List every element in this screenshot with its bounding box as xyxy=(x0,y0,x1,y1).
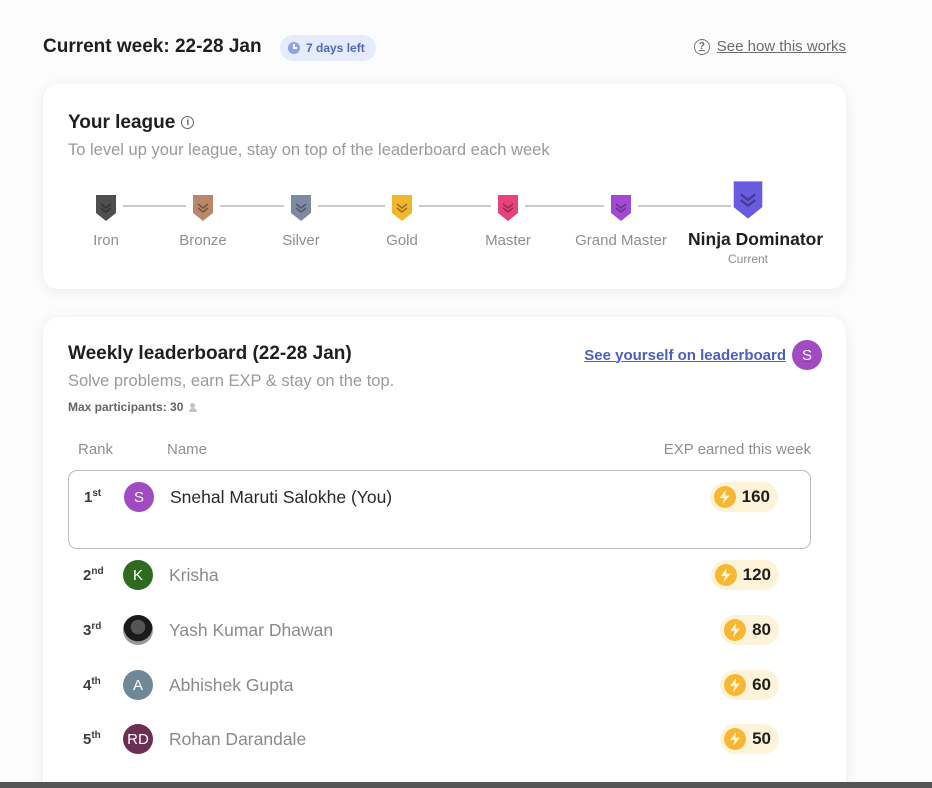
avatar: A xyxy=(123,670,153,700)
lightning-icon xyxy=(724,619,747,641)
clock-icon xyxy=(288,42,300,54)
participant-name: Snehal Maruti Salokhe (You) xyxy=(170,487,393,507)
league-tier-label: Ninja Dominator xyxy=(688,229,824,249)
silver-shield-icon xyxy=(291,195,311,221)
exp-badge: 80 xyxy=(720,615,779,645)
week-header: Current week: 22-28 Jan 7 days left ? Se… xyxy=(43,34,846,62)
leaderboard-card: Weekly leaderboard (22-28 Jan) See yours… xyxy=(43,317,846,788)
exp-value: 80 xyxy=(752,620,771,639)
league-tier: Gold xyxy=(342,194,462,249)
see-how-label: See how this works xyxy=(716,38,846,55)
table-row[interactable]: 1st S Snehal Maruti Salokhe (You) 160 xyxy=(68,470,811,549)
league-tier: Ninja Dominator Current xyxy=(688,180,824,266)
see-yourself-label: See yourself on leaderboard xyxy=(584,346,786,364)
exp-value: 50 xyxy=(752,729,771,748)
rank-cell: 4th xyxy=(83,676,101,694)
master-shield-icon xyxy=(498,195,518,221)
league-tier: Master xyxy=(448,194,568,249)
avatar xyxy=(123,615,153,645)
participant-name: Rohan Darandale xyxy=(169,729,307,749)
exp-badge: 50 xyxy=(720,724,779,754)
people-icon xyxy=(189,402,201,412)
see-yourself-link[interactable]: See yourself on leaderboard S xyxy=(584,340,822,370)
table-row[interactable]: 5th RD Rohan Darandale 50 xyxy=(68,717,811,762)
column-name: Name xyxy=(167,441,208,458)
participant-name: Abhishek Gupta xyxy=(169,675,294,695)
lightning-icon xyxy=(713,486,736,508)
column-rank: Rank xyxy=(78,441,114,458)
lightning-icon xyxy=(724,674,747,696)
participant-name: Yash Kumar Dhawan xyxy=(169,620,334,640)
avatar: RD xyxy=(123,724,153,754)
league-tier-label: Gold xyxy=(386,232,418,249)
week-title: Current week: 22-28 Jan xyxy=(43,36,262,57)
info-icon[interactable]: i xyxy=(181,116,195,129)
bottom-scrollbar[interactable] xyxy=(0,782,932,788)
days-left-label: 7 days left xyxy=(306,41,365,55)
avatar: S xyxy=(124,482,154,512)
rank-suffix: rd xyxy=(91,621,102,632)
max-participants-label: Max participants: 30 xyxy=(68,400,184,414)
rank-cell: 5th xyxy=(83,730,101,748)
current-tag: Current xyxy=(727,252,768,266)
league-subtitle: To level up your league, stay on top of … xyxy=(68,141,550,159)
leaderboard-subtitle: Solve problems, earn EXP & stay on the t… xyxy=(68,372,395,390)
participant-name: Krisha xyxy=(169,565,219,585)
rank-cell: 2nd xyxy=(83,566,104,584)
avatar: S xyxy=(792,340,822,370)
see-how-this-works-link[interactable]: ? See how this works xyxy=(693,38,846,55)
table-row[interactable]: 4th A Abhishek Gupta 60 xyxy=(68,663,811,708)
bronze-shield-icon xyxy=(193,195,213,221)
question-circle-icon: ? xyxy=(693,38,710,55)
exp-value: 160 xyxy=(741,487,770,506)
rank-suffix: nd xyxy=(91,566,104,577)
rank-cell: 1st xyxy=(84,488,101,506)
rank-suffix: th xyxy=(91,676,101,687)
grand-master-shield-icon xyxy=(611,195,631,221)
days-left-badge: 7 days left xyxy=(280,35,376,61)
leaderboard-title: Weekly leaderboard (22-28 Jan) xyxy=(68,343,352,364)
league-tier-label: Grand Master xyxy=(575,232,667,249)
lightning-icon xyxy=(724,728,747,750)
table-row[interactable]: 3rd Yash Kumar Dhawan 80 xyxy=(68,608,811,653)
table-row[interactable]: 2nd K Krisha 120 xyxy=(68,553,811,598)
max-participants: Max participants: 30 xyxy=(68,400,201,414)
exp-value: 120 xyxy=(742,565,771,584)
league-tier-label: Master xyxy=(485,232,531,249)
rank-suffix: th xyxy=(91,730,101,741)
league-card: Your league i To level up your league, st… xyxy=(43,84,846,289)
league-title: Your league i xyxy=(68,112,195,134)
league-tier: Grand Master xyxy=(561,194,681,249)
column-exp: EXP earned this week xyxy=(663,441,811,458)
rank-suffix: st xyxy=(92,488,102,499)
exp-badge: 120 xyxy=(710,560,779,590)
ninja-dominator-shield-icon xyxy=(733,181,763,219)
exp-value: 60 xyxy=(752,675,771,694)
rank-cell: 3rd xyxy=(83,621,101,639)
exp-badge: 160 xyxy=(709,482,778,512)
avatar: K xyxy=(123,560,153,590)
iron-shield-icon xyxy=(96,195,116,221)
exp-badge: 60 xyxy=(720,670,779,700)
lightning-icon xyxy=(714,564,737,586)
gold-shield-icon xyxy=(392,195,412,221)
